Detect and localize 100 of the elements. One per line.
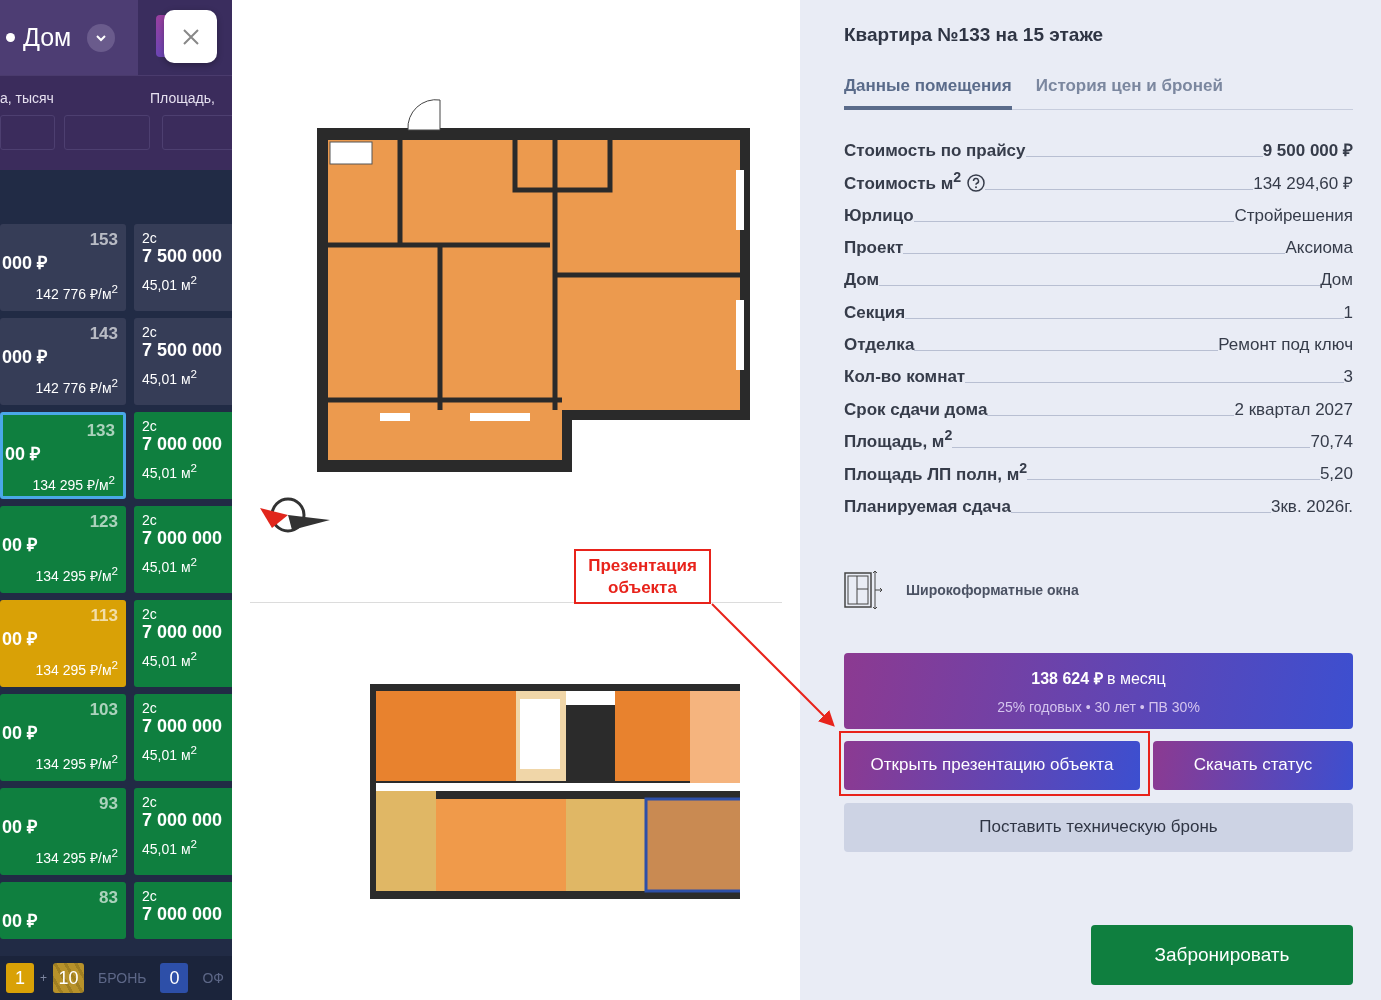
legend-label: БРОНЬ [98, 970, 147, 986]
property-value: 9 500 000 ₽ [1262, 140, 1353, 162]
annotation-label: Презентация объекта [574, 549, 711, 604]
monthly-payment: 138 624 ₽ в месяц [1031, 668, 1166, 689]
apartment-title: Квартира №133 на 15 этаже [844, 24, 1105, 46]
apartment-number: 113 [89, 606, 118, 626]
technical-booking-button[interactable]: Поставить техническую бронь [844, 802, 1353, 852]
price-per-m2: 134 295 ₽/м$^{2}$ [35, 846, 118, 867]
apartment-price: 7 000 000 [142, 904, 224, 925]
window-icon [844, 568, 884, 611]
apartment-number: 123 [88, 512, 118, 532]
help-icon[interactable] [967, 173, 986, 192]
apartment-price: 7 000 000 [142, 528, 224, 549]
property-value: 2 квартал 2027 [1234, 399, 1353, 420]
apartment-type: 2с [142, 230, 158, 246]
apartment-card[interactable]: 2с 7 000 000 45,01 м$^{2}$ [134, 506, 232, 593]
apartment-price: 000 ₽ [2, 252, 49, 274]
apartment-card[interactable]: 153 000 ₽ 142 776 ₽/м$^{2}$ [0, 224, 126, 311]
apartment-area: 45,01 м$^{2}$ [142, 649, 232, 669]
mortgage-banner[interactable]: 138 624 ₽ в месяц 25% годовых • 30 лет • ПВ 30% [844, 652, 1353, 729]
property-label: Планируемая сдача [844, 496, 1011, 517]
property-label: Проект [844, 238, 904, 259]
apartment-card[interactable]: 83 00 ₽ [0, 882, 126, 939]
status-dot [6, 33, 15, 42]
tab[interactable]: Данные помещения [844, 76, 1012, 110]
property-label: Секция [844, 302, 906, 323]
property-label: Площадь ЛП полн, м$^{2}$ [844, 459, 1028, 485]
apartment-card[interactable]: 2с 7 500 000 45,01 м$^{2}$ [134, 224, 232, 311]
property-value: 1 [1343, 302, 1353, 323]
property-label: Срок сдачи дома [844, 399, 988, 420]
apartment-number: 133 [85, 421, 115, 441]
download-status-button[interactable]: Скачать статус [1153, 740, 1353, 790]
close-button[interactable] [164, 10, 217, 63]
property-label: Кол-во комнат [844, 367, 966, 388]
property-label: Дом [844, 270, 880, 291]
presentation-button[interactable]: Открыть презентацию объекта [844, 740, 1140, 790]
property-value: 134 294,60 ₽ [1253, 172, 1353, 194]
price-per-m2: 134 295 ₽/м$^{2}$ [35, 564, 118, 585]
apartment-price: 7 500 000 [142, 340, 224, 361]
apartment-number: 103 [88, 700, 118, 720]
apartment-type: 2с [142, 324, 158, 340]
dropdown-icon[interactable] [87, 23, 116, 52]
house-selector-label[interactable]: Дом [23, 23, 72, 52]
apartment-type: 2с [142, 700, 158, 716]
apartment-price: 00 ₽ [2, 816, 39, 838]
legend-label: ОФ [202, 970, 224, 986]
property-value: Ремонт под ключ [1218, 335, 1353, 356]
apartment-card[interactable]: 2с 7 000 000 45,01 м$^{2}$ [134, 788, 232, 875]
apartment-number: 143 [88, 324, 118, 344]
feature-label: Широкоформатные окна [906, 581, 1079, 598]
count-badge: 1 [6, 963, 34, 993]
mortgage-terms: 25% годовых • 30 лет • ПВ 30% [997, 698, 1200, 715]
apartment-type: 2с [142, 512, 158, 528]
property-value: 5,20 [1319, 464, 1353, 485]
apartment-area: 45,01 м$^{2}$ [142, 837, 232, 857]
apartment-card[interactable]: 2с 7 000 000 [134, 882, 232, 939]
apartment-card[interactable]: 133 00 ₽ 134 295 ₽/м$^{2}$ [0, 412, 126, 499]
apartment-type: 2с [142, 606, 158, 622]
apartment-area: 45,01 м$^{2}$ [142, 461, 232, 481]
apartment-number: 93 [98, 794, 118, 814]
apartment-price: 7 000 000 [142, 716, 224, 737]
price-per-m2: 142 776 ₽/м$^{2}$ [35, 376, 118, 397]
apartment-area: 45,01 м$^{2}$ [142, 555, 232, 575]
property-value: 70,74 [1310, 431, 1353, 452]
filter-label: а, тысяч [0, 90, 55, 106]
tab[interactable]: История цен и броней [1035, 76, 1223, 110]
property-value: 3 [1343, 367, 1353, 388]
apartment-price: 000 ₽ [2, 346, 49, 368]
apartment-price: 00 ₽ [2, 910, 39, 932]
apartment-area: 45,01 м$^{2}$ [142, 743, 232, 763]
apartment-type: 2с [142, 888, 158, 904]
apartment-number: 153 [88, 230, 118, 250]
apartment-area: 45,01 м$^{2}$ [142, 273, 232, 293]
property-value: Стройрешения [1234, 205, 1353, 226]
apartment-price: 7 500 000 [142, 246, 224, 267]
apartment-type: 2с [142, 418, 158, 434]
apartment-price: 00 ₽ [5, 443, 42, 465]
property-label: Площадь, м$^{2}$ [844, 427, 953, 452]
property-value: Аксиома [1285, 238, 1353, 259]
apartment-price: 00 ₽ [2, 534, 39, 556]
apartment-card[interactable]: 143 000 ₽ 142 776 ₽/м$^{2}$ [0, 318, 126, 405]
apartment-price: 00 ₽ [2, 722, 39, 744]
price-per-m2: 134 295 ₽/м$^{2}$ [35, 658, 118, 679]
property-value: Дом [1320, 270, 1353, 291]
property-label: Отделка [844, 335, 915, 356]
apartment-card[interactable]: 93 00 ₽ 134 295 ₽/м$^{2}$ [0, 788, 126, 875]
price-per-m2: 142 776 ₽/м$^{2}$ [35, 282, 118, 303]
book-button[interactable]: Забронировать [1091, 924, 1353, 985]
close-icon [180, 26, 201, 47]
plus-sign: + [40, 971, 47, 985]
count-badge: 10 [53, 963, 85, 993]
price-per-m2: 134 295 ₽/м$^{2}$ [35, 752, 118, 773]
apartment-card[interactable]: 103 00 ₽ 134 295 ₽/м$^{2}$ [0, 694, 126, 781]
apartment-price: 00 ₽ [2, 628, 39, 650]
apartment-card[interactable]: 2с 7 000 000 45,01 м$^{2}$ [134, 600, 232, 687]
apartment-card[interactable]: 2с 7 500 000 45,01 м$^{2}$ [134, 318, 232, 405]
apartment-card[interactable]: 2с 7 000 000 45,01 м$^{2}$ [134, 412, 232, 499]
apartment-card[interactable]: 123 00 ₽ 134 295 ₽/м$^{2}$ [0, 506, 126, 593]
apartment-card[interactable]: 2с 7 000 000 45,01 м$^{2}$ [134, 694, 232, 781]
count-badge: 0 [160, 963, 189, 993]
